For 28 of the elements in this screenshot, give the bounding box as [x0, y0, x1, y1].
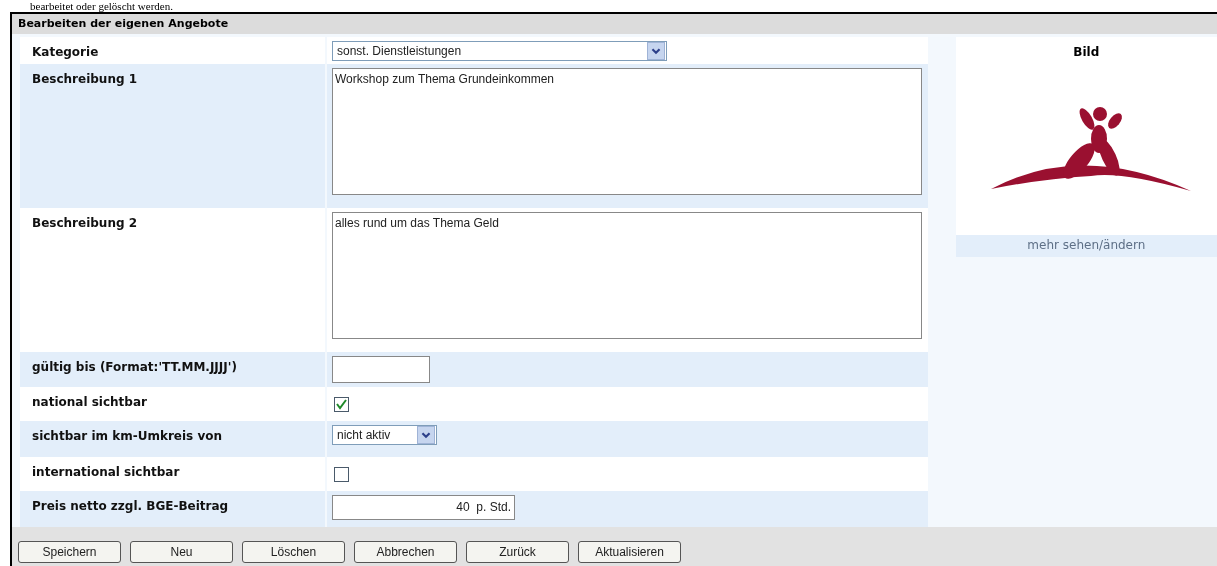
field-label: Kategorie [31, 44, 100, 61]
field-label: gültig bis (Format:'TT.MM.JJJJ') [31, 359, 238, 376]
dropdown[interactable]: nicht aktiv [332, 425, 437, 445]
panel-title: Bearbeiten der eigenen Angebote [12, 14, 1217, 34]
field-label: sichtbar im km-Umkreis von [31, 428, 224, 445]
action-button[interactable]: Neu [130, 541, 233, 563]
field-label: national sichtbar [31, 394, 148, 411]
action-button[interactable]: Löschen [242, 541, 345, 563]
price-field[interactable]: 40 p. Std. [332, 495, 515, 520]
field-label: Preis netto zzgl. BGE-Beitrag [31, 498, 230, 515]
change-image-link[interactable]: mehr sehen/ändern [955, 235, 1217, 257]
action-button[interactable]: Aktualisieren [578, 541, 681, 563]
date-field[interactable] [332, 356, 430, 383]
field-label: Beschreibung 2 [31, 215, 139, 232]
checkbox[interactable] [334, 467, 349, 482]
field-label: international sichtbar [31, 464, 181, 481]
intro-text: bearbeitet oder gelöscht werden. [30, 0, 173, 12]
dropdown[interactable]: sonst. Dienstleistungen [332, 41, 667, 61]
image-title: Bild [955, 37, 1217, 67]
action-button[interactable]: Zurück [466, 541, 569, 563]
dropdown-caret-icon [647, 42, 665, 60]
field-label: Beschreibung 1 [31, 71, 139, 88]
action-button[interactable]: Speichern [18, 541, 121, 563]
text-area[interactable]: alles rund um das Thema Geld [332, 212, 922, 339]
dropdown-caret-icon [417, 426, 435, 444]
action-button[interactable]: Abbrechen [354, 541, 457, 563]
text-area[interactable]: Workshop zum Thema Grundeinkommen [332, 68, 922, 195]
checkbox[interactable] [334, 397, 349, 412]
